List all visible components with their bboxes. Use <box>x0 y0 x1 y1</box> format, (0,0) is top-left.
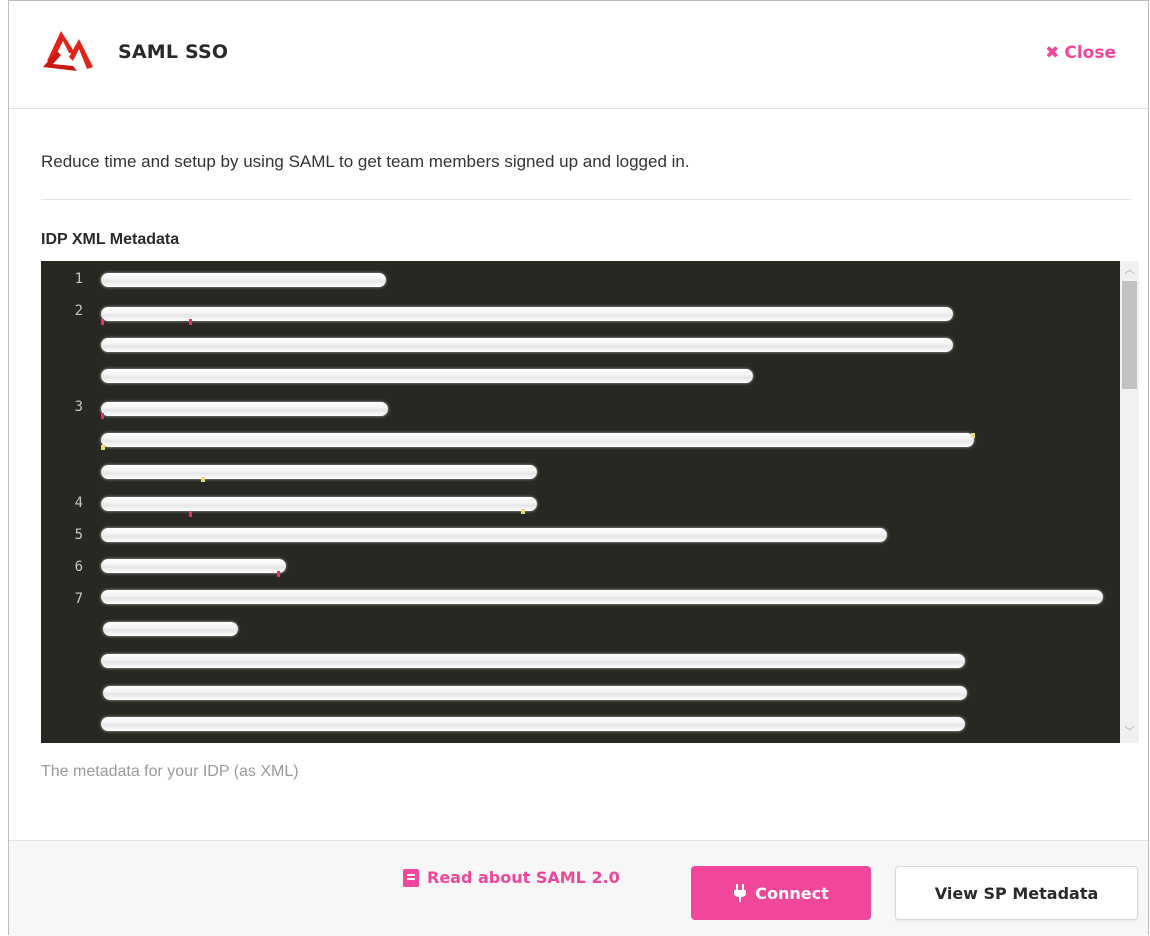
modal-title: SAML SSO <box>118 41 229 63</box>
redacted-code-line <box>101 433 974 447</box>
syntax-fragment <box>521 509 525 514</box>
idp-metadata-label: IDP XML Metadata <box>41 231 180 248</box>
syntax-fragment <box>201 477 205 482</box>
modal-header: SAML SSO ✖ Close <box>9 1 1148 109</box>
intro-text: Reduce time and setup by using SAML to g… <box>41 152 690 171</box>
editor-scrollbar[interactable]: ︿ ﹀ <box>1120 261 1139 743</box>
redacted-code-line <box>101 497 537 511</box>
saml-logo-icon <box>43 31 93 71</box>
line-number: 4 <box>74 495 83 511</box>
line-number-gutter: 1 2 3 4 5 6 7 <box>41 261 89 743</box>
close-label: Close <box>1064 43 1116 63</box>
line-number: 6 <box>74 559 83 575</box>
divider <box>41 199 1131 200</box>
idp-metadata-editor[interactable]: 1 2 3 4 5 6 7 ︿ ﹀ <box>41 261 1139 743</box>
line-number: 3 <box>74 399 83 415</box>
view-sp-metadata-label: View SP Metadata <box>934 883 1099 903</box>
read-about-saml-label: Read about SAML 2.0 <box>427 868 620 887</box>
scroll-down-arrow-icon[interactable]: ﹀ <box>1120 725 1139 741</box>
line-number: 2 <box>74 303 83 319</box>
syntax-fragment <box>189 319 192 325</box>
read-about-saml-link[interactable]: Read about SAML 2.0 <box>403 868 620 887</box>
redacted-code-line <box>101 369 753 383</box>
close-x-icon: ✖ <box>1045 42 1060 63</box>
view-sp-metadata-button[interactable]: View SP Metadata <box>895 866 1138 920</box>
redacted-code-line <box>103 622 238 636</box>
saml-sso-modal: SAML SSO ✖ Close Reduce time and setup b… <box>8 0 1149 936</box>
line-number: 1 <box>74 271 83 287</box>
syntax-fragment <box>189 511 192 517</box>
plug-icon <box>734 884 747 902</box>
line-number: 5 <box>74 527 83 543</box>
modal-footer: Read about SAML 2.0 Connect View SP Meta… <box>9 840 1148 936</box>
redacted-code-line <box>101 654 965 668</box>
redacted-code-line <box>101 307 953 321</box>
connect-button[interactable]: Connect <box>691 866 871 920</box>
syntax-fragment <box>101 413 104 419</box>
syntax-fragment <box>101 445 105 450</box>
redacted-code-line <box>101 338 953 352</box>
scroll-up-arrow-icon[interactable]: ︿ <box>1120 263 1139 279</box>
redacted-code-line <box>101 528 887 542</box>
syntax-fragment <box>101 319 104 325</box>
redacted-code-line <box>101 717 965 731</box>
redacted-code-line <box>101 273 386 287</box>
redacted-code-line <box>101 402 388 416</box>
book-icon <box>403 868 419 887</box>
scroll-thumb[interactable] <box>1122 281 1137 389</box>
redacted-code-line <box>101 465 537 479</box>
syntax-fragment <box>277 571 280 577</box>
syntax-fragment <box>971 433 975 438</box>
redacted-code-line <box>101 590 1103 604</box>
redacted-code-line <box>101 559 286 573</box>
metadata-help-text: The metadata for your IDP (as XML) <box>41 763 299 780</box>
connect-label: Connect <box>755 883 829 903</box>
line-number: 7 <box>74 591 83 607</box>
close-button[interactable]: ✖ Close <box>1045 43 1116 63</box>
redacted-code-line <box>103 686 967 700</box>
